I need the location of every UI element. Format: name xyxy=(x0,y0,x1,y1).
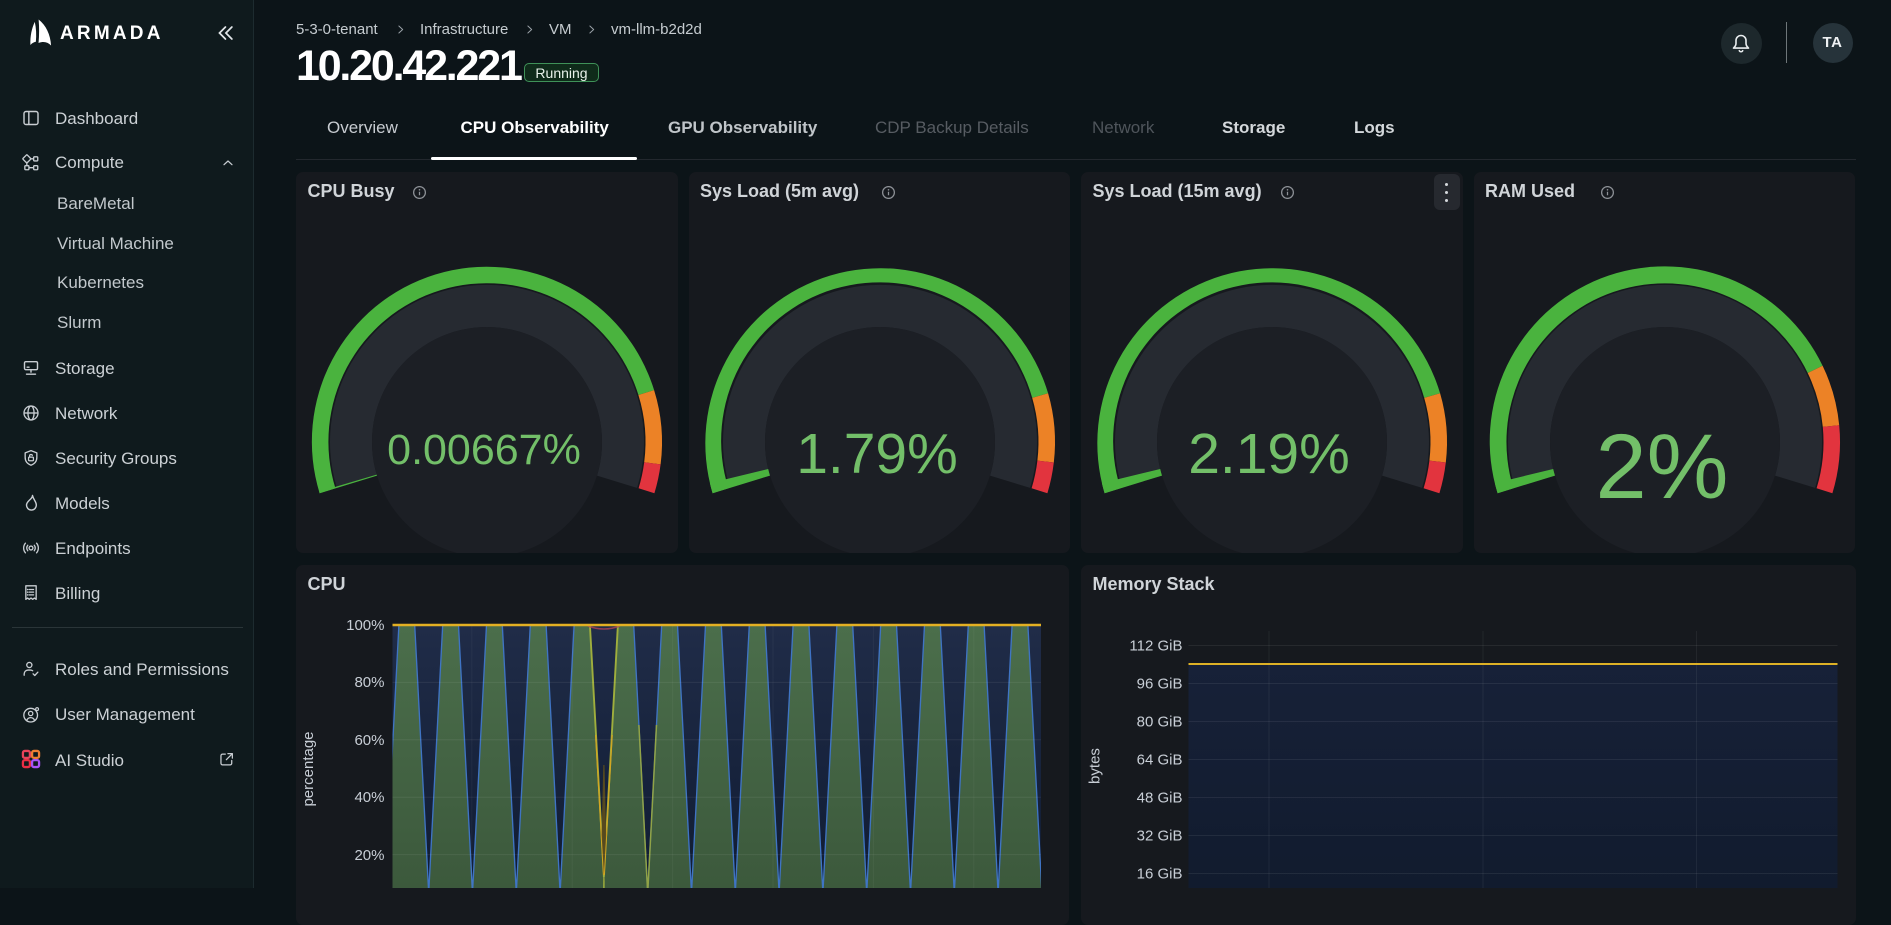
svg-text:112 GiB: 112 GiB xyxy=(1129,638,1182,655)
svg-text:0.00667%: 0.00667% xyxy=(387,426,581,474)
svg-text:2%: 2% xyxy=(1595,416,1728,518)
svg-text:48 GiB: 48 GiB xyxy=(1137,790,1183,807)
svg-text:64 GiB: 64 GiB xyxy=(1137,752,1183,769)
svg-text:1.79%: 1.79% xyxy=(796,422,958,486)
svg-text:60%: 60% xyxy=(354,732,384,749)
svg-text:80 GiB: 80 GiB xyxy=(1137,714,1183,731)
svg-text:percentage: percentage xyxy=(300,731,317,806)
svg-text:80%: 80% xyxy=(354,674,384,691)
svg-text:32 GiB: 32 GiB xyxy=(1137,828,1183,845)
svg-text:16 GiB: 16 GiB xyxy=(1137,866,1183,883)
svg-text:100%: 100% xyxy=(346,617,384,634)
svg-text:bytes: bytes xyxy=(1087,748,1104,784)
svg-text:40%: 40% xyxy=(354,789,384,806)
svg-text:2.19%: 2.19% xyxy=(1188,422,1350,486)
svg-text:96 GiB: 96 GiB xyxy=(1137,676,1183,693)
svg-text:20%: 20% xyxy=(354,847,384,864)
